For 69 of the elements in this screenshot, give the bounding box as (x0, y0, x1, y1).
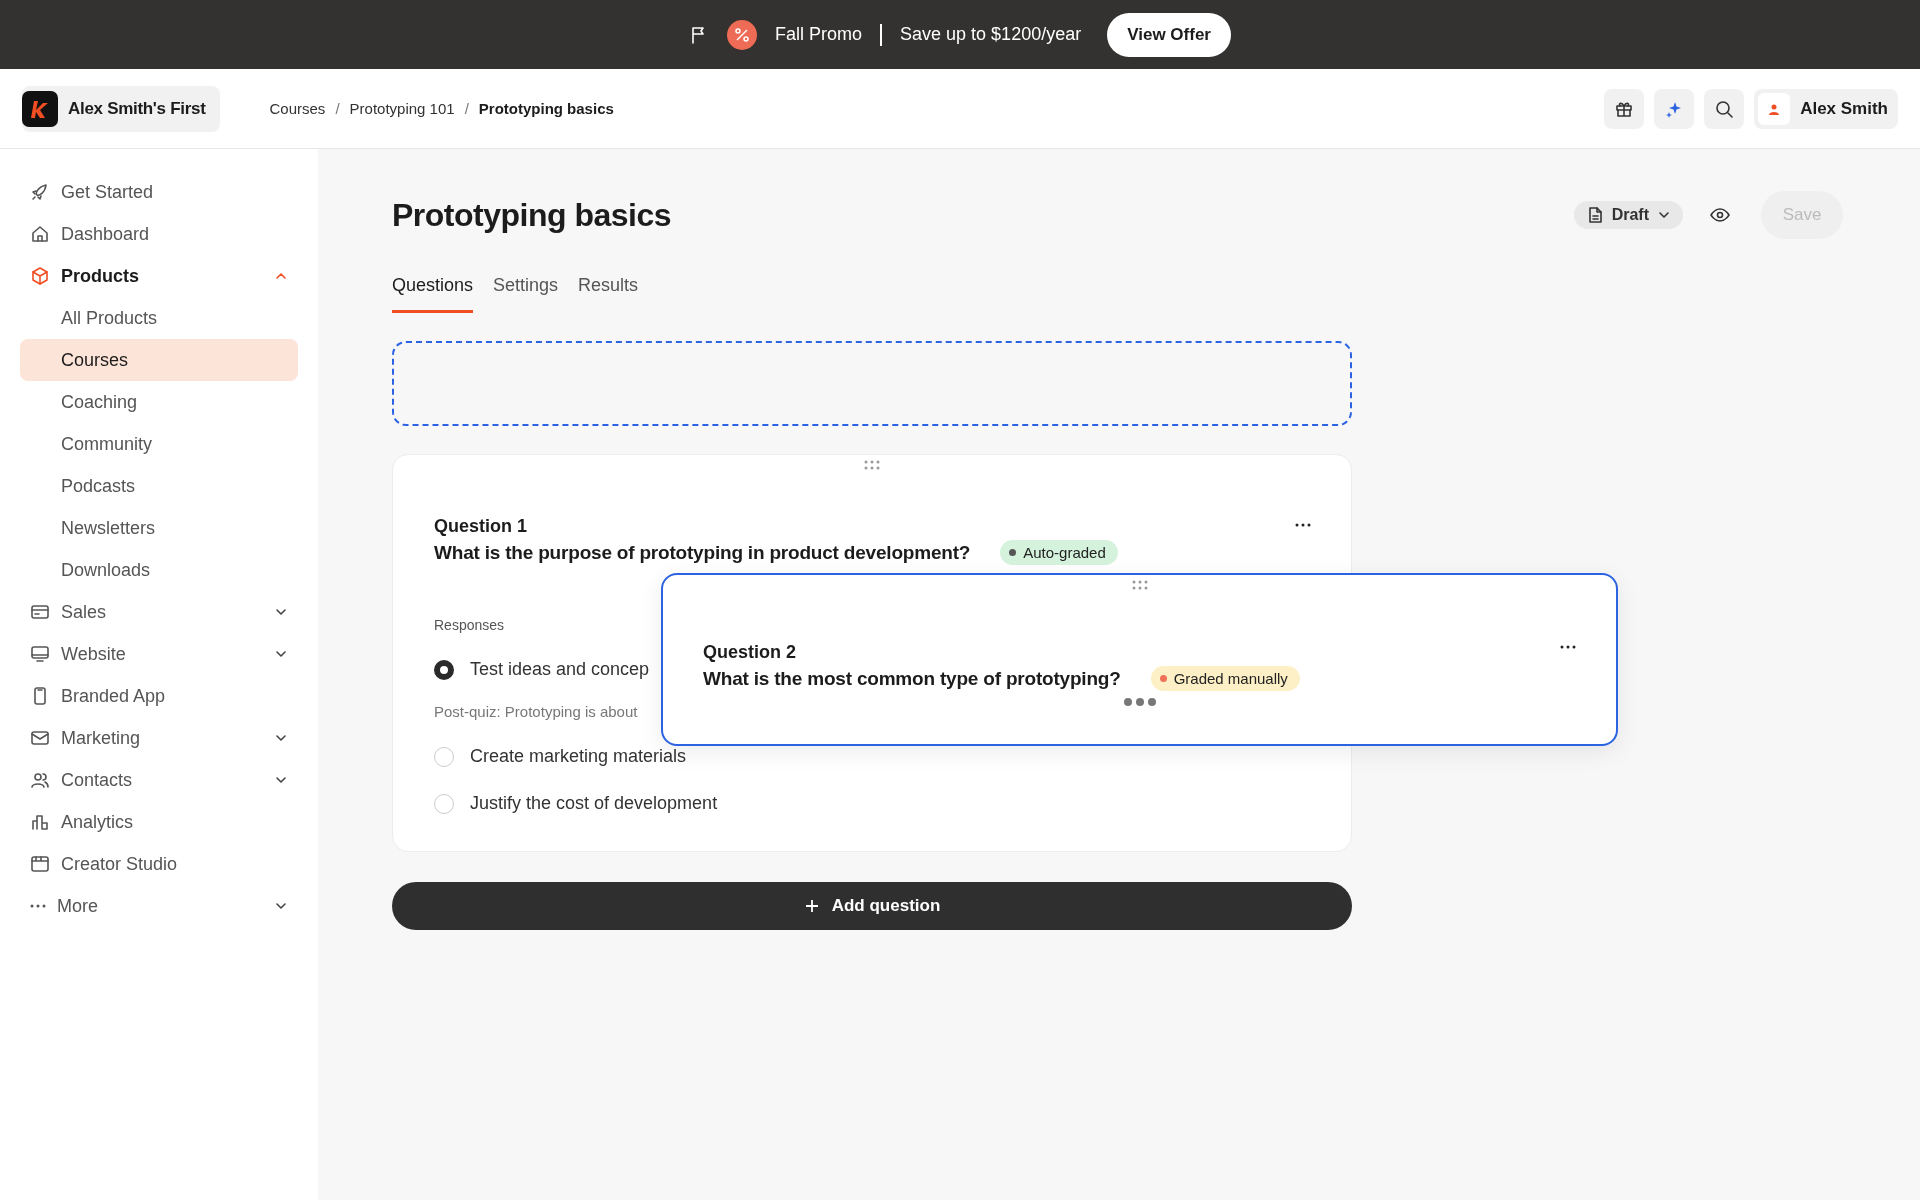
option-text: Create marketing materials (470, 746, 687, 767)
option-text: Justify the cost of development (470, 793, 718, 814)
sidebar-subitem[interactable]: Coaching (20, 381, 298, 423)
sidebar-item[interactable]: Products (20, 255, 298, 297)
sidebar-item[interactable]: More (20, 885, 298, 927)
search-icon[interactable] (1704, 88, 1745, 129)
breadcrumb-link[interactable]: Prototyping 101 (349, 100, 455, 117)
box-icon (30, 266, 50, 286)
responses-label: Responses (434, 617, 506, 633)
monitor-icon (30, 644, 50, 664)
loading-dots-icon (1122, 697, 1157, 707)
sidebar-item[interactable]: Website (20, 633, 298, 675)
sidebar-subitem[interactable]: Newsletters (20, 507, 298, 549)
feedback-text: Post-quiz: Prototyping is about (434, 703, 638, 720)
view-offer-button[interactable]: View Offer (1107, 12, 1231, 57)
calendar-icon (30, 854, 50, 874)
sidebar-subitem[interactable]: Courses (20, 339, 298, 381)
status-dropdown[interactable]: Draft (1573, 201, 1683, 229)
dragged-question-card[interactable]: Question 2 What is the most common type of prototyping? Graded manually (661, 573, 1618, 746)
breadcrumb-separator: / (335, 100, 340, 117)
home-icon (30, 224, 50, 244)
percent-icon (727, 19, 757, 50)
workspace-button[interactable]: Alex Smith's First (22, 85, 220, 132)
avatar-icon (1758, 92, 1791, 125)
grading-badge: Auto-graded (1000, 540, 1118, 565)
user-menu-button[interactable]: Alex Smith (1754, 88, 1898, 129)
sidebar-item[interactable]: Get Started (20, 171, 298, 213)
sidebar-item[interactable]: Marketing (20, 717, 298, 759)
card-icon (30, 602, 50, 622)
question-text: What is the most common type of prototyping? (703, 667, 1121, 690)
logo-icon (22, 90, 58, 127)
users-icon (30, 770, 50, 790)
plus-icon (803, 898, 820, 914)
radio-button[interactable] (434, 659, 454, 680)
sidebar-item[interactable]: Dashboard (20, 213, 298, 255)
more-icon (30, 904, 46, 908)
drag-handle-icon (862, 460, 882, 470)
breadcrumb-link[interactable]: Prototyping basics (478, 100, 614, 117)
question-text: What is the purpose of prototyping in product development? (434, 541, 971, 564)
sidebar-item[interactable]: Sales (20, 591, 298, 633)
question-number: Question 2 (703, 642, 796, 663)
gift-icon[interactable] (1604, 88, 1645, 129)
sidebar-subitem[interactable]: Community (20, 423, 298, 465)
sidebar-item[interactable]: Branded App (20, 675, 298, 717)
breadcrumb-separator: / (464, 100, 469, 117)
tab[interactable]: Questions (392, 275, 474, 313)
more-icon[interactable] (1295, 523, 1311, 527)
mail-icon (30, 728, 50, 748)
sidebar-subitem[interactable]: Downloads (20, 549, 298, 591)
add-question-button[interactable]: Add question (392, 882, 1352, 930)
grading-badge: Graded manually (1150, 666, 1300, 691)
tab[interactable]: Settings (493, 275, 559, 313)
sidebar-item[interactable]: Analytics (20, 801, 298, 843)
sidebar-subitem[interactable]: All Products (20, 297, 298, 339)
promo-title: Fall Promo (775, 24, 863, 45)
promo-text: Save up to $1200/year (900, 24, 1082, 45)
sidebar-item[interactable]: Creator Studio (20, 843, 298, 885)
bar-chart-icon (30, 812, 50, 832)
more-icon[interactable] (1560, 645, 1576, 649)
rocket-icon (30, 182, 50, 202)
sidebar-subitem[interactable]: Podcasts (20, 465, 298, 507)
sparkle-icon[interactable] (1654, 88, 1695, 129)
breadcrumb-link[interactable]: Courses (269, 100, 326, 117)
option-text: Test ideas and concep (470, 659, 650, 680)
drop-zone[interactable] (392, 341, 1352, 426)
question-number: Question 1 (434, 516, 527, 537)
tab[interactable]: Results (578, 275, 639, 313)
page-title: Prototyping basics (392, 196, 672, 234)
sidebar-item[interactable]: Contacts (20, 759, 298, 801)
